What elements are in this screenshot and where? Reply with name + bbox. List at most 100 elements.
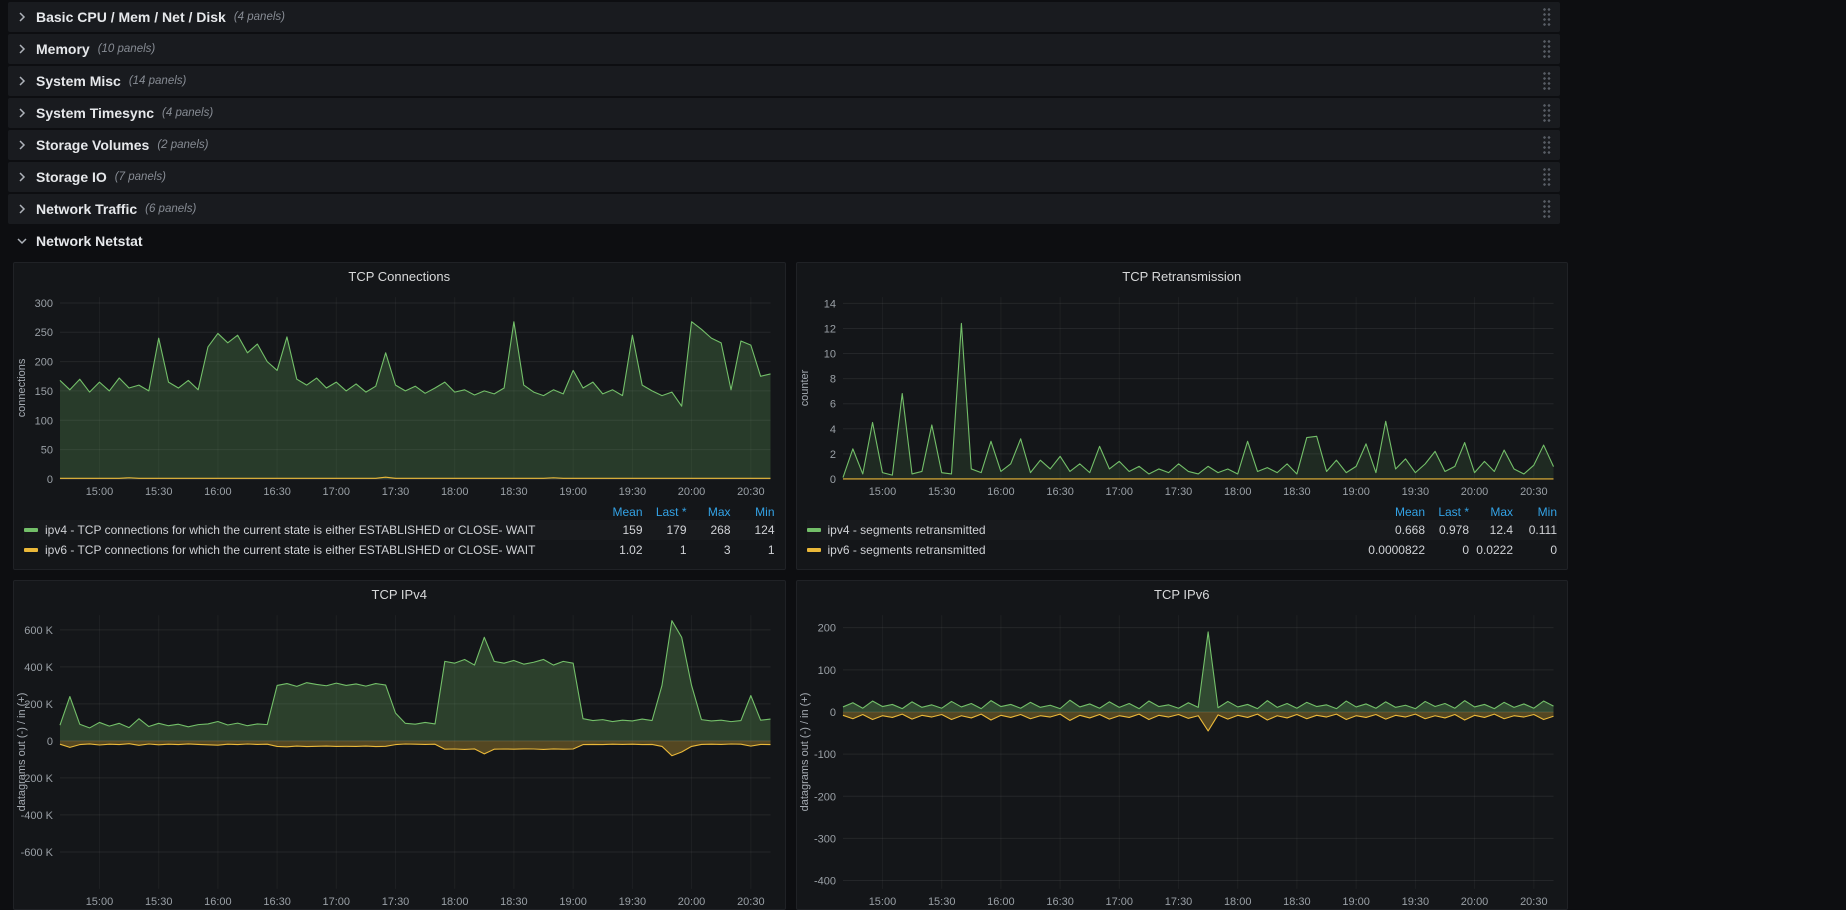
row-system-misc[interactable]: System Misc (14 panels) bbox=[8, 66, 1560, 96]
svg-text:15:00: 15:00 bbox=[86, 486, 114, 498]
svg-text:400 K: 400 K bbox=[24, 662, 53, 674]
chevron-right-icon bbox=[16, 171, 28, 183]
legend-value-max: 3 bbox=[723, 543, 731, 557]
svg-text:18:00: 18:00 bbox=[441, 486, 469, 498]
legend-series-label[interactable]: ipv4 - segments retransmitted bbox=[806, 523, 1356, 537]
row-title: System Misc bbox=[36, 73, 121, 89]
svg-text:20:30: 20:30 bbox=[1520, 486, 1548, 498]
legend-value-last: 179 bbox=[666, 523, 687, 537]
legend-header-cell[interactable]: Mean bbox=[573, 505, 642, 519]
svg-text:datagrams out (-) / in (+): datagrams out (-) / in (+) bbox=[798, 693, 810, 812]
series-color-swatch bbox=[24, 548, 38, 552]
row-basic-cpu-mem-net-disk[interactable]: Basic CPU / Mem / Net / Disk (4 panels) bbox=[8, 2, 1560, 32]
drag-handle-icon[interactable] bbox=[1543, 39, 1552, 59]
panel-header[interactable]: TCP IPv4 bbox=[14, 581, 785, 607]
legend-header-cell[interactable]: Min bbox=[731, 505, 774, 519]
panel-title[interactable]: TCP IPv6 bbox=[1154, 587, 1209, 602]
legend-header-cell[interactable]: Max bbox=[1469, 505, 1513, 519]
row-storage-io[interactable]: Storage IO (7 panels) bbox=[8, 162, 1560, 192]
row-title: Network Netstat bbox=[36, 233, 143, 249]
svg-text:17:00: 17:00 bbox=[1105, 896, 1133, 908]
legend-series-label[interactable]: ipv6 - segments retransmitted bbox=[806, 543, 1356, 557]
svg-text:19:00: 19:00 bbox=[559, 896, 587, 908]
legend-value-mean: 0.668 bbox=[1394, 523, 1425, 537]
panel-title[interactable]: TCP Retransmission bbox=[1122, 269, 1241, 284]
tcp-ipv4-chart[interactable]: 15:00 15:30 16:00 16:30 17:00 17:30 18:00 18:30… bbox=[14, 607, 785, 910]
svg-text:100: 100 bbox=[35, 415, 53, 427]
series-color-swatch bbox=[806, 548, 821, 552]
svg-text:250: 250 bbox=[35, 327, 53, 339]
row-panel-count: (7 panels) bbox=[114, 171, 166, 183]
drag-handle-icon[interactable] bbox=[1543, 135, 1552, 155]
panel-tcp-ipv6: TCP IPv6 15:00 15:30 16:00 16:30 17:00 17:30 1… bbox=[795, 580, 1568, 910]
panel-tcp-retransmission: TCP Retransmission 15:00 15:30 16:00 16:30 1… bbox=[795, 262, 1568, 570]
legend-header-cell[interactable]: Last * bbox=[1425, 505, 1469, 519]
panel-title[interactable]: TCP Connections bbox=[348, 269, 450, 284]
svg-text:18:00: 18:00 bbox=[1223, 896, 1251, 908]
svg-text:16:30: 16:30 bbox=[263, 486, 291, 498]
chevron-right-icon bbox=[16, 11, 28, 23]
svg-text:-300: -300 bbox=[813, 833, 835, 845]
svg-text:0: 0 bbox=[47, 736, 53, 748]
svg-text:8: 8 bbox=[829, 374, 835, 386]
svg-text:6: 6 bbox=[829, 399, 835, 411]
svg-text:19:30: 19:30 bbox=[619, 486, 647, 498]
row-title: Storage IO bbox=[36, 169, 107, 185]
panel-header[interactable]: TCP Connections bbox=[14, 263, 785, 289]
drag-handle-icon[interactable] bbox=[1543, 71, 1552, 91]
svg-text:17:30: 17:30 bbox=[1164, 486, 1192, 498]
legend-series-label[interactable]: ipv4 - TCP connections for which the cur… bbox=[24, 523, 573, 537]
svg-text:-600 K: -600 K bbox=[21, 847, 54, 859]
svg-text:connections: connections bbox=[16, 358, 28, 417]
chevron-right-icon bbox=[16, 203, 28, 215]
row-storage-volumes[interactable]: Storage Volumes (2 panels) bbox=[8, 130, 1560, 160]
row-panel-count: (10 panels) bbox=[97, 43, 156, 55]
legend-value-max: 12.4 bbox=[1489, 523, 1513, 537]
drag-handle-icon[interactable] bbox=[1543, 103, 1552, 123]
row-network-traffic[interactable]: Network Traffic (6 panels) bbox=[8, 194, 1560, 224]
svg-text:18:30: 18:30 bbox=[1283, 486, 1311, 498]
legend-series-label[interactable]: ipv6 - TCP connections for which the cur… bbox=[24, 543, 573, 557]
drag-handle-icon[interactable] bbox=[1543, 167, 1552, 187]
row-system-timesync[interactable]: System Timesync (4 panels) bbox=[8, 98, 1560, 128]
row-memory[interactable]: Memory (10 panels) bbox=[8, 34, 1560, 64]
panel-title[interactable]: TCP IPv4 bbox=[372, 587, 427, 602]
series-color-swatch bbox=[806, 528, 821, 532]
legend-header-cell[interactable]: Max bbox=[687, 505, 731, 519]
row-network-netstat[interactable]: Network Netstat bbox=[8, 226, 1560, 256]
legend-row: ipv6 - segments retransmitted 0.0000822 0 0… bbox=[806, 540, 1557, 560]
svg-text:18:30: 18:30 bbox=[500, 486, 527, 498]
tcp-ipv6-chart[interactable]: 15:00 15:30 16:00 16:30 17:00 17:30 18:00 18:30… bbox=[797, 607, 1568, 910]
panel-tcp-connections: TCP Connections 15:00 15:30 16:00 16:30 17:0… bbox=[13, 262, 786, 570]
svg-text:17:00: 17:00 bbox=[1105, 486, 1133, 498]
legend-value-min: 0.111 bbox=[1528, 523, 1557, 537]
panel-header[interactable]: TCP IPv6 bbox=[797, 581, 1568, 607]
legend-header-cell[interactable]: Min bbox=[1513, 505, 1557, 519]
svg-text:100: 100 bbox=[817, 665, 835, 677]
svg-text:15:30: 15:30 bbox=[927, 896, 955, 908]
legend-row: ipv6 - TCP connections for which the cur… bbox=[24, 540, 775, 560]
row-panel-count: (14 panels) bbox=[128, 75, 187, 87]
panel-header[interactable]: TCP Retransmission bbox=[797, 263, 1568, 289]
drag-handle-icon[interactable] bbox=[1543, 7, 1552, 27]
legend-value-last: 0.978 bbox=[1438, 523, 1469, 537]
legend: Mean Last * Max Min ipv4 - segments retransm… bbox=[797, 501, 1568, 569]
svg-text:0: 0 bbox=[829, 707, 835, 719]
row-title: Storage Volumes bbox=[36, 137, 150, 153]
svg-text:19:30: 19:30 bbox=[1401, 896, 1429, 908]
legend-header-cell[interactable]: Last * bbox=[643, 505, 687, 519]
drag-handle-icon[interactable] bbox=[1543, 199, 1552, 219]
svg-text:17:00: 17:00 bbox=[323, 896, 351, 908]
svg-text:-100: -100 bbox=[813, 749, 835, 761]
tcp-retransmission-chart[interactable]: 15:00 15:30 16:00 16:30 17:00 17:30 18:00 18:30… bbox=[797, 289, 1568, 501]
legend-value-mean: 159 bbox=[622, 523, 643, 537]
svg-text:counter: counter bbox=[798, 369, 810, 406]
svg-text:20:30: 20:30 bbox=[1520, 896, 1548, 908]
legend-header-cell[interactable]: Mean bbox=[1355, 505, 1425, 519]
tcp-connections-chart[interactable]: 15:00 15:30 16:00 16:30 17:00 17:30 18:00 18:30… bbox=[14, 289, 785, 501]
svg-text:-200: -200 bbox=[813, 791, 835, 803]
svg-text:600 K: 600 K bbox=[24, 625, 53, 637]
svg-text:300: 300 bbox=[35, 298, 53, 310]
svg-text:19:00: 19:00 bbox=[1342, 896, 1370, 908]
chevron-right-icon bbox=[16, 107, 28, 119]
